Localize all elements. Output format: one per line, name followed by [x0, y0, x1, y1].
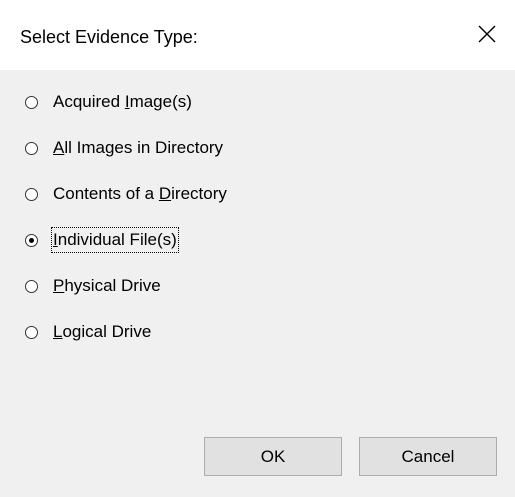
option-acquired-images[interactable]: Acquired Image(s) — [22, 88, 228, 116]
dialog-title: Select Evidence Type: — [20, 27, 198, 47]
radio-individual-files[interactable] — [25, 233, 38, 247]
evidence-type-options: Acquired Image(s) All Images in Director… — [22, 88, 228, 364]
ok-button[interactable]: OK — [204, 437, 342, 476]
radio-physical-drive[interactable] — [25, 279, 38, 293]
option-individual-files[interactable]: Individual File(s) — [22, 226, 228, 254]
option-label: Physical Drive — [53, 276, 161, 295]
radio-contents-of-a-directory[interactable] — [25, 187, 38, 201]
close-button[interactable] — [465, 12, 509, 56]
close-icon — [478, 25, 496, 43]
select-evidence-dialog: Select Evidence Type: Acquired Image(s) … — [0, 0, 515, 497]
option-label: Contents of a Directory — [53, 184, 227, 203]
option-physical-drive[interactable]: Physical Drive — [22, 272, 228, 300]
radio-logical-drive[interactable] — [25, 325, 38, 339]
option-logical-drive[interactable]: Logical Drive — [22, 318, 228, 346]
option-label: Acquired Image(s) — [53, 92, 192, 111]
option-label: All Images in Directory — [53, 138, 224, 157]
radio-all-images-in-directory[interactable] — [25, 141, 38, 155]
option-all-images-in-directory[interactable]: All Images in Directory — [22, 134, 228, 162]
title-bar: Select Evidence Type: — [0, 0, 515, 70]
radio-acquired-images[interactable] — [25, 95, 38, 109]
option-label: Logical Drive — [53, 322, 152, 341]
option-label: Individual File(s) — [51, 227, 179, 253]
option-contents-of-a-directory[interactable]: Contents of a Directory — [22, 180, 228, 208]
cancel-button[interactable]: Cancel — [359, 437, 497, 476]
